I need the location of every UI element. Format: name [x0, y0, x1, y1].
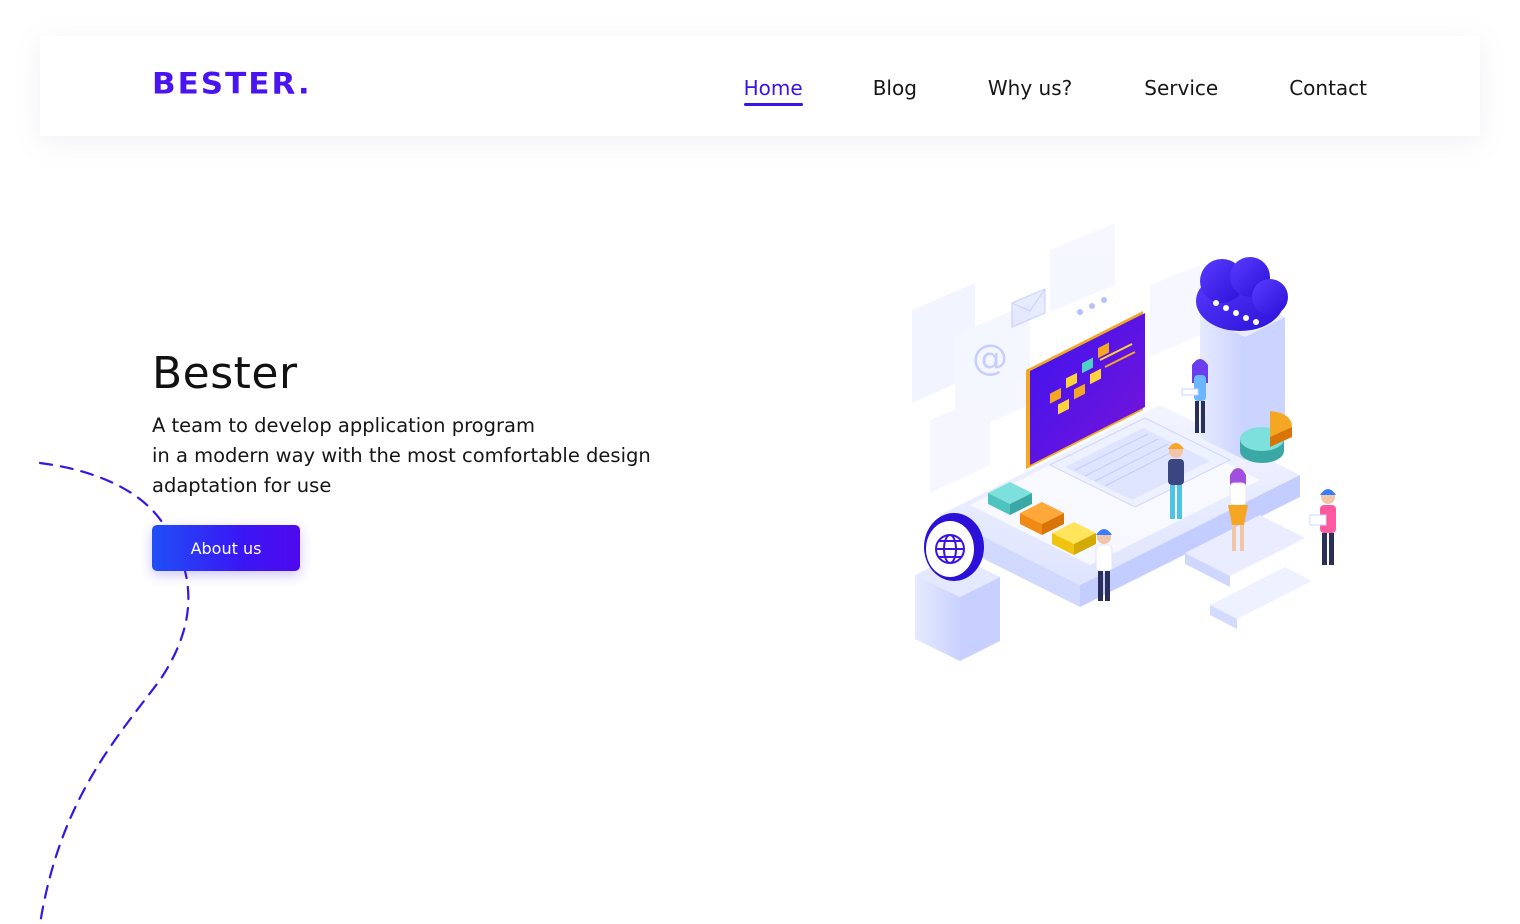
at-sign-icon: @: [972, 338, 1008, 379]
nav-item-service[interactable]: Service: [1144, 74, 1218, 102]
decorative-dashed-curve: [38, 461, 190, 924]
nav-item-contact[interactable]: Contact: [1289, 74, 1367, 102]
nav-item-home[interactable]: Home: [743, 74, 803, 106]
brand-logo[interactable]: BESTER.: [152, 67, 312, 101]
hero-description-line: adaptation for use: [152, 474, 332, 497]
hero-description-line: A team to develop application program: [152, 414, 535, 437]
person-man-right: [1309, 489, 1336, 565]
hero-description-line: in a modern way with the most comfortabl…: [152, 444, 651, 467]
hero-illustration: @: [912, 223, 1336, 661]
about-us-button[interactable]: About us: [152, 525, 300, 571]
main-nav: Home Blog Why us? Service Contact: [743, 74, 1367, 106]
navbar: BESTER. Home Blog Why us? Service Contac…: [40, 36, 1480, 136]
nav-item-why-us[interactable]: Why us?: [988, 74, 1072, 102]
hero-description: A team to develop application program in…: [152, 411, 712, 501]
hero-title: Bester: [152, 348, 298, 399]
nav-item-blog[interactable]: Blog: [873, 74, 917, 102]
